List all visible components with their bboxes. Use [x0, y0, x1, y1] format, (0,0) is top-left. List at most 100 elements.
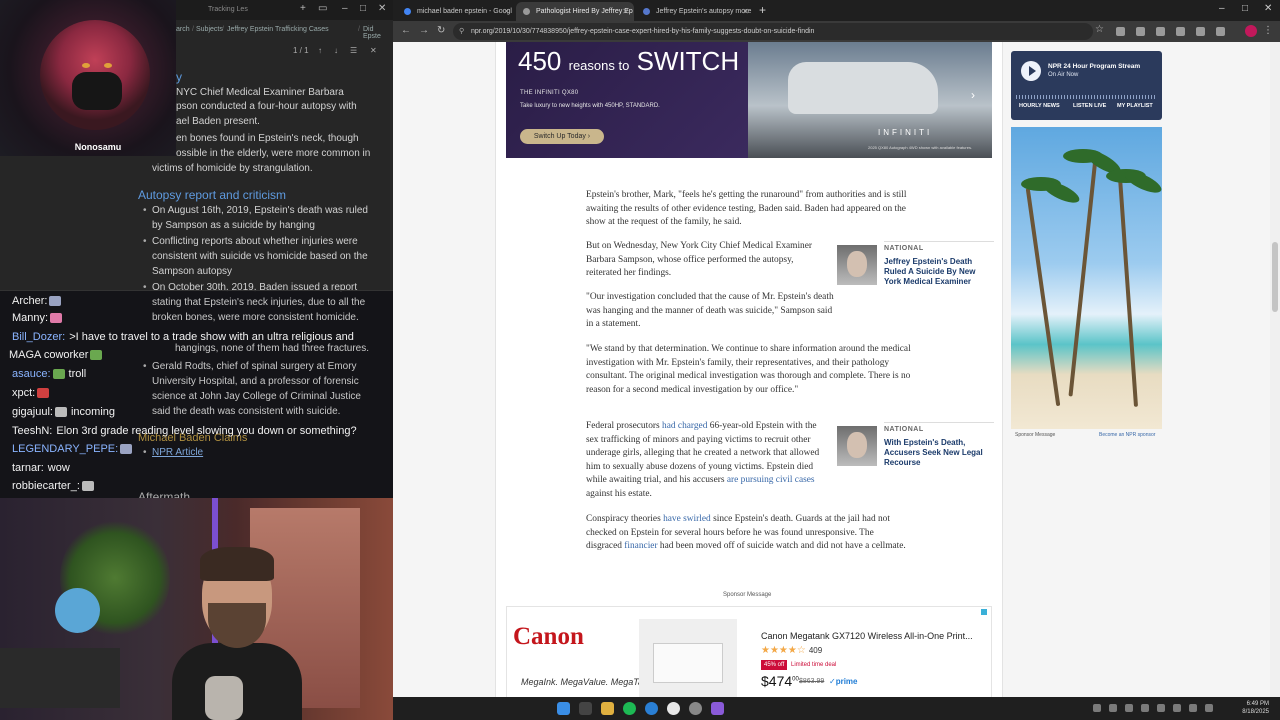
chat-username[interactable]: Manny:: [12, 312, 48, 324]
minimize-icon[interactable]: –: [342, 3, 348, 14]
extension-icon[interactable]: [1116, 27, 1125, 36]
file-explorer-icon[interactable]: [601, 702, 614, 715]
related-thumbnail[interactable]: [837, 426, 877, 466]
related-title[interactable]: With Epstein's Death, Accusers Seek New …: [884, 438, 984, 468]
microphone: [205, 676, 243, 720]
notes-tab[interactable]: Tracking Les: [208, 6, 248, 13]
sidebar-toggle-icon[interactable]: ▭: [318, 3, 327, 14]
related-section: NATIONAL: [884, 426, 924, 433]
tab-autopsy-article[interactable]: Jeffrey Epstein's autopsy more ✕: [636, 2, 754, 21]
new-tab-icon[interactable]: +: [300, 3, 306, 14]
note-text: ossible in the elderly, were more common…: [176, 148, 371, 159]
extension-icon[interactable]: [1176, 27, 1185, 36]
breadcrumb-item[interactable]: arch: [176, 26, 190, 33]
extensions-icon[interactable]: [1196, 27, 1205, 36]
system-clock[interactable]: 6:49 PM 8/18/2025: [1225, 700, 1269, 716]
switch-up-button[interactable]: Switch Up Today ›: [520, 129, 604, 144]
civil-cases-link[interactable]: are pursuing civil cases: [727, 475, 815, 485]
chat-username[interactable]: xpct:: [12, 387, 35, 399]
article-paragraph: Federal prosecutors had charged 66-year-…: [586, 421, 820, 499]
chat-username[interactable]: LEGENDARY_PEPE:: [12, 443, 118, 455]
tray-icon[interactable]: [1157, 704, 1165, 712]
close-icon[interactable]: ✕: [1264, 3, 1272, 14]
note-heading-fragment: y: [176, 70, 182, 84]
tab-close-icon[interactable]: ✕: [742, 2, 749, 21]
tray-icon[interactable]: [1125, 704, 1133, 712]
ad-tagline: Take luxury to new heights with 450HP, S…: [520, 103, 660, 109]
tab-close-icon[interactable]: ✕: [622, 2, 629, 21]
chat-username[interactable]: robbiecarter_:: [12, 480, 80, 492]
forward-icon[interactable]: →: [419, 25, 429, 36]
product-title[interactable]: Canon Megatank GX7120 Wireless All-in-On…: [761, 631, 973, 641]
app-icon[interactable]: [689, 702, 702, 715]
chat-text: incoming: [70, 406, 116, 418]
related-title[interactable]: Jeffrey Epstein's Death Ruled A Suicide …: [884, 257, 984, 287]
maximize-icon[interactable]: □: [360, 3, 366, 14]
tab-google-search[interactable]: michael baden epstein - Googl ✕: [397, 2, 515, 21]
adchoices-icon[interactable]: [981, 609, 987, 615]
find-close-icon[interactable]: ✕: [370, 46, 377, 55]
obsidian-icon[interactable]: [711, 702, 724, 715]
start-icon[interactable]: [557, 702, 570, 715]
find-options-icon[interactable]: ☰: [350, 46, 357, 55]
sidebar-icon[interactable]: [1216, 27, 1225, 36]
have-swirled-link[interactable]: have swirled: [663, 514, 711, 524]
taskbar: 6:49 PM 8/18/2025: [393, 697, 1280, 720]
back-icon[interactable]: ←: [401, 25, 411, 36]
wifi-icon[interactable]: [1189, 704, 1197, 712]
note-text: Sampson autopsy: [152, 266, 233, 277]
become-sponsor-link[interactable]: Become an NPR sponsor: [1099, 432, 1155, 438]
volume-icon[interactable]: [1205, 704, 1213, 712]
profile-avatar[interactable]: [1245, 25, 1257, 37]
site-info-icon[interactable]: ⚲: [459, 23, 464, 40]
bookmark-star-icon[interactable]: ☆: [1095, 24, 1104, 35]
extension-icon[interactable]: [1136, 27, 1145, 36]
extension-icon[interactable]: [1156, 27, 1165, 36]
find-prev-icon[interactable]: ↑: [318, 46, 322, 55]
tab-close-icon[interactable]: ✕: [503, 2, 510, 21]
scrollbar-thumb[interactable]: [1272, 242, 1278, 312]
infiniti-ad[interactable]: 450 reasons to SWITCH UP THE INFINITI QX…: [506, 42, 992, 158]
maximize-icon[interactable]: □: [1242, 3, 1248, 14]
tray-icon[interactable]: [1109, 704, 1117, 712]
chevron-right-icon[interactable]: ›: [971, 88, 975, 102]
breadcrumb-item[interactable]: Subjects: [196, 26, 223, 33]
new-tab-icon[interactable]: +: [759, 3, 766, 17]
spotify-icon[interactable]: [623, 702, 636, 715]
chat-username[interactable]: Bill_Dozer:: [12, 331, 65, 343]
stream-title[interactable]: NPR 24 Hour Program Stream: [1048, 63, 1140, 70]
chat-username[interactable]: asauce:: [12, 368, 51, 380]
minimize-icon[interactable]: –: [1219, 3, 1225, 14]
menu-icon[interactable]: ⋮: [1263, 25, 1273, 36]
breadcrumb-item[interactable]: Jeffrey Epstein Trafficking Cases: [227, 26, 329, 33]
chat-username[interactable]: Archer:: [12, 295, 47, 307]
find-next-icon[interactable]: ↓: [334, 46, 338, 55]
close-icon[interactable]: ✕: [378, 3, 386, 14]
hourly-news-link[interactable]: HOURLY NEWS: [1019, 103, 1060, 109]
listen-live-link[interactable]: LISTEN LIVE: [1073, 103, 1106, 109]
chat-username[interactable]: gigajuul:: [12, 406, 53, 418]
chat-emote-icon: [90, 350, 103, 361]
financier-link[interactable]: financier: [624, 541, 657, 551]
chat-username[interactable]: MAGA coworker: [9, 349, 88, 361]
tray-icon[interactable]: [1141, 704, 1149, 712]
chrome-icon[interactable]: [667, 702, 680, 715]
had-charged-link[interactable]: had charged: [662, 421, 707, 431]
taskview-icon[interactable]: [579, 702, 592, 715]
breadcrumb-item[interactable]: Did Epste: [363, 26, 393, 40]
tab-npr-article[interactable]: Pathologist Hired By Jeffrey Ep ✕: [516, 2, 634, 21]
npr-article-link[interactable]: NPR Article: [143, 447, 203, 458]
chat-username[interactable]: tarnar:: [12, 462, 44, 474]
play-icon[interactable]: [1021, 61, 1041, 81]
edge-icon[interactable]: [645, 702, 658, 715]
address-bar[interactable]: ⚲ npr.org/2019/10/30/774838950/jeffrey-e…: [453, 23, 1093, 40]
beach-ad[interactable]: [1011, 127, 1162, 429]
canon-ad[interactable]: Canon MegaInk. MegaValue. MegaTank. Cano…: [506, 606, 992, 701]
tray-icon[interactable]: [1093, 704, 1101, 712]
related-thumbnail[interactable]: [837, 245, 877, 285]
page-scrollbar[interactable]: [1270, 42, 1280, 697]
reload-icon[interactable]: ↻: [437, 25, 445, 36]
tray-icon[interactable]: [1173, 704, 1181, 712]
chat-username[interactable]: TeeshN:: [12, 425, 52, 437]
my-playlist-link[interactable]: MY PLAYLIST: [1117, 103, 1153, 109]
